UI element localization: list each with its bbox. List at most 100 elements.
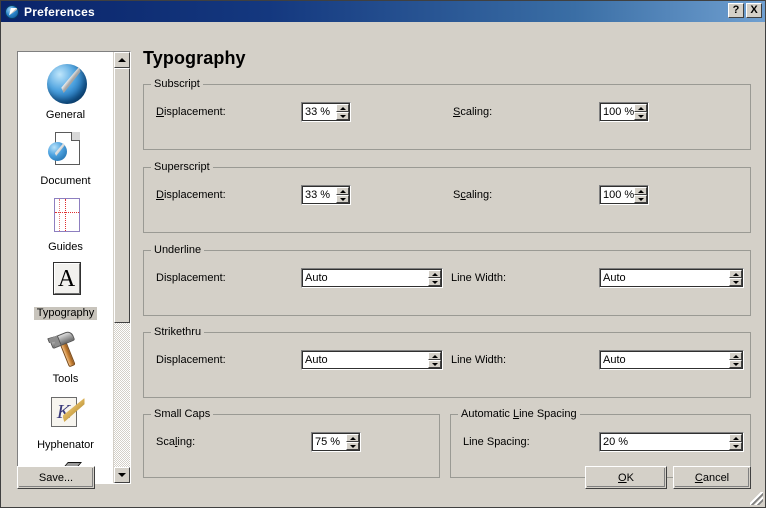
line-spacing-value[interactable]: 20 % [600,433,729,451]
ok-button-label: OK [618,471,634,484]
spinner-buttons[interactable] [346,434,359,450]
superscript-displacement-spinbox[interactable]: 33 % [301,185,351,205]
sidebar-item-label: Document [40,175,91,187]
general-globe-pen-icon [44,63,88,107]
sidebar-item-general[interactable]: General [18,60,113,126]
spinner-buttons[interactable] [428,352,441,368]
small-caps-scaling-label: Scaling: [156,436,196,448]
sidebar-item-label: Tools [52,373,79,385]
spinner-down-icon[interactable] [729,442,742,450]
small-caps-scaling-value[interactable]: 75 % [312,433,346,451]
line-spacing-spinbox[interactable]: 20 % [599,432,744,452]
hyphenator-quill-icon: K [44,393,88,437]
scrollbar-track[interactable] [114,68,130,467]
spinner-up-icon[interactable] [346,434,359,442]
spinner-down-icon[interactable] [729,278,742,286]
sidebar-item-label: General [45,109,86,121]
sidebar-item-tools[interactable]: Tools [18,324,113,390]
sidebar-item-label: Hyphenator [37,439,94,451]
subscript-scaling-spinbox[interactable]: 100 % [599,102,649,122]
group-superscript: Superscript Displacement: 33 % Scaling: … [143,161,751,233]
strikethru-displacement-value[interactable]: Auto [302,351,428,369]
tools-hammer-icon [44,327,88,371]
strikethru-linewidth-spinbox[interactable]: Auto [599,350,744,370]
underline-displacement-spinbox[interactable]: Auto [301,268,443,288]
group-underline: Underline Displacement: Auto Line Width:… [143,244,751,316]
spinner-up-icon[interactable] [336,104,349,112]
sidebar-item-guides[interactable]: Guides [18,192,113,258]
cancel-button-label: Cancel [694,471,730,484]
underline-linewidth-label: Line Width: [451,272,507,284]
sidebar-item-label: Typography [33,307,98,320]
superscript-scaling-value[interactable]: 100 % [600,186,634,204]
category-list: General Document Guides A Typography Too… [18,52,113,483]
compass-globe-icon [5,4,19,19]
subscript-displacement-value[interactable]: 33 % [302,103,336,121]
spinner-down-icon[interactable] [336,112,349,120]
superscript-displacement-value[interactable]: 33 % [302,186,336,204]
page-title: Typography [143,48,246,68]
spinner-up-icon[interactable] [428,352,441,360]
spinner-up-icon[interactable] [336,187,349,195]
sidebar-scrollbar[interactable] [113,52,130,483]
superscript-scaling-label: Scaling: [453,189,493,201]
save-button-label: Save... [38,471,74,484]
spinner-down-icon[interactable] [346,442,359,450]
category-sidebar: General Document Guides A Typography Too… [17,51,131,484]
sidebar-item-typography[interactable]: A Typography [18,258,113,324]
spinner-down-icon[interactable] [634,195,647,203]
strikethru-displacement-spinbox[interactable]: Auto [301,350,443,370]
spinner-up-icon[interactable] [428,270,441,278]
subscript-scaling-value[interactable]: 100 % [600,103,634,121]
strikethru-linewidth-label: Line Width: [451,354,507,366]
sidebar-item-hyphenator[interactable]: K Hyphenator [18,390,113,456]
strikethru-linewidth-value[interactable]: Auto [600,351,729,369]
title-bar[interactable]: Preferences ? X [1,1,765,22]
line-spacing-label: Line Spacing: [463,436,530,448]
small-caps-scaling-spinbox[interactable]: 75 % [311,432,361,452]
sidebar-item-label: Guides [48,241,83,253]
spinner-down-icon[interactable] [428,278,441,286]
spinner-buttons[interactable] [729,352,742,368]
spinner-buttons[interactable] [428,270,441,286]
spinner-up-icon[interactable] [634,187,647,195]
spinner-buttons[interactable] [729,270,742,286]
underline-linewidth-value[interactable]: Auto [600,269,729,287]
spinner-up-icon[interactable] [729,270,742,278]
spinner-up-icon[interactable] [634,104,647,112]
save-button[interactable]: Save... [17,466,95,489]
cancel-button[interactable]: Cancel [673,466,751,489]
close-button[interactable]: X [746,3,762,18]
window-body: General Document Guides A Typography Too… [1,22,765,507]
strikethru-displacement-label: Displacement: [156,354,226,366]
superscript-scaling-spinbox[interactable]: 100 % [599,185,649,205]
spinner-down-icon[interactable] [428,360,441,368]
subscript-displacement-label: Displacement: [156,106,226,118]
underline-displacement-value[interactable]: Auto [302,269,428,287]
help-button[interactable]: ? [728,3,744,18]
group-legend: Underline [151,244,205,256]
guides-page-icon [44,195,88,239]
spinner-down-icon[interactable] [634,112,647,120]
spinner-down-icon[interactable] [336,195,349,203]
spinner-up-icon[interactable] [729,352,742,360]
ok-button[interactable]: OK [585,466,667,489]
spinner-buttons[interactable] [336,104,349,120]
scrollbar-thumb[interactable] [114,68,130,323]
group-legend: Small Caps [151,408,214,420]
document-page-icon [44,129,88,173]
spinner-buttons[interactable] [634,104,647,120]
spinner-buttons[interactable] [336,187,349,203]
underline-linewidth-spinbox[interactable]: Auto [599,268,744,288]
resize-grip[interactable] [750,492,763,505]
sidebar-item-document[interactable]: Document [18,126,113,192]
group-legend: Automatic Line Spacing [458,408,580,420]
spinner-up-icon[interactable] [729,434,742,442]
subscript-displacement-spinbox[interactable]: 33 % [301,102,351,122]
spinner-buttons[interactable] [729,434,742,450]
underline-displacement-label: Displacement: [156,272,226,284]
scroll-down-arrow-icon[interactable] [114,467,130,483]
spinner-buttons[interactable] [634,187,647,203]
scroll-up-arrow-icon[interactable] [114,52,130,68]
spinner-down-icon[interactable] [729,360,742,368]
